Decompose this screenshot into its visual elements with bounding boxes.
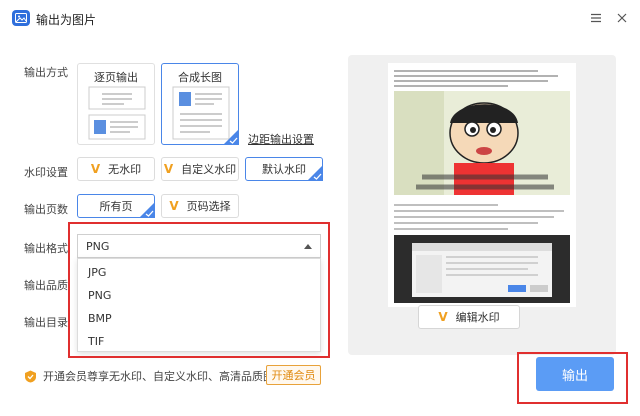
preview-panel: V 编辑水印 <box>348 55 616 355</box>
margin-settings-link[interactable]: 边距输出设置 <box>248 131 314 147</box>
vip-v-icon: V <box>169 199 179 213</box>
no-watermark-button[interactable]: V 无水印 <box>77 157 155 181</box>
open-vip-button[interactable]: 开通会员 <box>266 365 321 385</box>
format-option-png[interactable]: PNG <box>88 289 111 302</box>
merge-long-image-option[interactable]: 合成长图 <box>161 63 239 145</box>
caret-up-icon <box>304 244 312 249</box>
page-by-page-option[interactable]: 逐页输出 <box>77 63 155 145</box>
all-pages-button[interactable]: 所有页 <box>77 194 155 218</box>
vip-promo: 开通会员尊享无水印、自定义水印、高清品质图片 <box>24 368 285 384</box>
directory-label: 输出目录 <box>24 316 68 329</box>
app-icon <box>12 10 30 26</box>
preview-thumbnail <box>394 70 570 303</box>
custom-watermark-button[interactable]: V 自定义水印 <box>161 157 239 181</box>
vip-v-icon: V <box>438 310 448 324</box>
format-selected-value: PNG <box>86 239 110 253</box>
format-option-jpg[interactable]: JPG <box>88 266 106 279</box>
format-dropdown: JPG PNG BMP TIF <box>77 258 321 352</box>
format-option-tif[interactable]: TIF <box>88 335 104 348</box>
page-select-button[interactable]: V 页码选择 <box>161 194 239 218</box>
default-watermark-button[interactable]: 默认水印 <box>245 157 323 181</box>
title-bar: 输出为图片 <box>0 0 640 36</box>
selected-check-icon <box>139 202 155 218</box>
window-title: 输出为图片 <box>36 13 97 27</box>
selected-check-icon <box>223 129 239 145</box>
edit-watermark-button[interactable]: V 编辑水印 <box>418 305 520 329</box>
merge-long-image-icon <box>172 86 230 140</box>
preview-page-image <box>388 63 576 307</box>
watermark-label: 水印设置 <box>24 166 68 179</box>
selected-check-icon <box>307 165 323 181</box>
export-button[interactable]: 输出 <box>536 357 614 391</box>
merge-long-image-label: 合成长图 <box>178 71 222 84</box>
format-option-bmp[interactable]: BMP <box>88 312 112 325</box>
close-icon[interactable] <box>616 12 628 24</box>
vip-badge-icon <box>25 370 36 382</box>
vip-promo-text: 开通会员尊享无水印、自定义水印、高清品质图片 <box>43 370 285 383</box>
format-label: 输出格式 <box>24 242 68 255</box>
format-select[interactable]: PNG <box>77 234 321 258</box>
quality-label: 输出品质 <box>24 279 68 292</box>
vip-v-icon: V <box>90 162 101 176</box>
page-by-page-icon <box>88 86 146 140</box>
vip-v-icon: V <box>163 162 174 176</box>
output-mode-label: 输出方式 <box>24 66 68 79</box>
menu-icon[interactable] <box>590 12 602 24</box>
pages-label: 输出页数 <box>24 203 68 216</box>
page-by-page-label: 逐页输出 <box>94 71 138 84</box>
